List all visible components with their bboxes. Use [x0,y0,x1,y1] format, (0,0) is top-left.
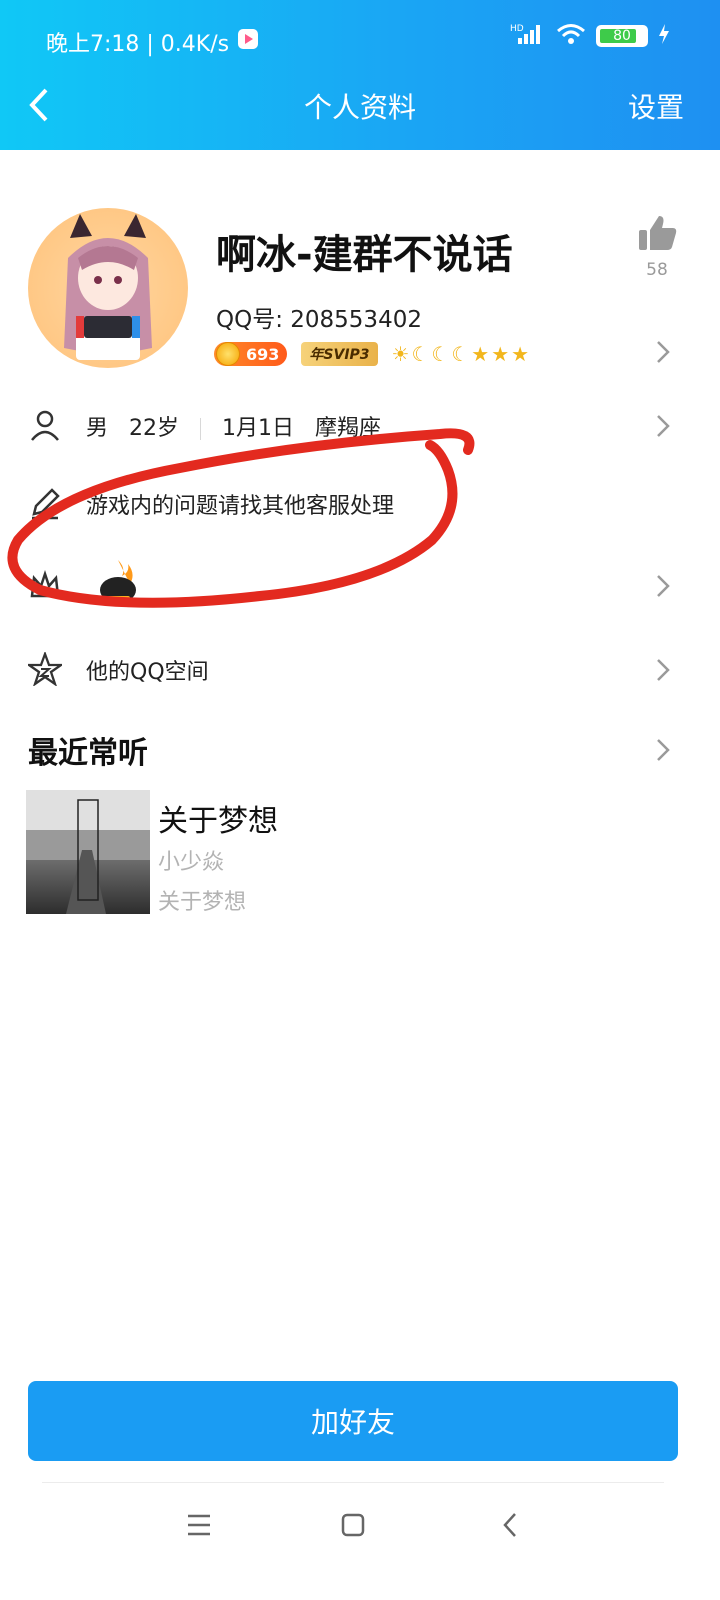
song-title[interactable]: 关于梦想 [158,796,278,840]
song-artist: 小少焱 [158,850,225,875]
chevron-right-icon[interactable] [656,340,670,364]
album-cover[interactable] [26,790,150,914]
star-icon: ★ [471,342,490,366]
sun-icon: ☀ [391,342,410,366]
song-album: 关于梦想 [158,890,247,915]
moon-icon: ☾ [451,342,470,366]
basic-info-row[interactable]: 男 22岁 1月1日 摩羯座 [0,396,720,456]
chevron-right-icon [657,659,670,681]
status-time-text: 晚上7:18 | 0.4K/s [46,32,230,57]
divider [200,418,201,440]
qzone-star-icon [28,652,62,686]
qq-level-icons: ☀ ☾ ☾ ☾ ★ ★ ★ [392,342,530,366]
gender: 男 [86,416,109,441]
svip-badge: 年SVIP3 [301,342,378,366]
qq-penguin-flame-icon [100,560,136,603]
moon-icon: ☾ [431,342,450,366]
moon-icon: ☾ [411,342,430,366]
app-header: 晚上7:18 | 0.4K/s HD 80 个人资料 设置 [0,0,720,150]
hd-label: HD [510,24,524,34]
signature-text: 游戏内的问题请找其他客服处理 [86,494,395,519]
page-title: 个人资料 [303,91,416,124]
qzone-row[interactable]: 他的QQ空间 [0,640,720,700]
chevron-right-icon [657,415,670,437]
qzone-label: 他的QQ空间 [86,660,209,685]
crown-icon [30,570,60,598]
chevron-right-icon [657,575,670,597]
birthday: 1月1日 [222,416,294,441]
like-count: 58 [646,260,668,280]
badges-row[interactable]: 693 年SVIP3 ☀ ☾ ☾ ☾ ★ ★ ★ [214,342,529,366]
charging-icon [658,23,670,49]
status-bar-time: 晚上7:18 | 0.4K/s [46,26,259,58]
zodiac: 摩羯座 [314,416,381,441]
settings-button[interactable]: 设置 [628,86,684,126]
chevron-right-icon[interactable] [656,738,670,762]
recent-section-title: 最近常听 [28,736,148,771]
medal-row[interactable] [0,556,720,616]
star-icon: ★ [491,342,510,366]
avatar[interactable] [28,208,188,368]
battery-level: 80 [613,28,631,44]
star-icon: ★ [511,342,530,366]
menu-nav-icon[interactable] [186,1508,212,1542]
status-bar-icons: HD 80 [510,22,670,50]
video-app-icon [237,28,259,56]
qq-number: QQ号: 208553402 [216,307,422,333]
level-badge: 693 [214,342,288,366]
thumbs-up-icon [639,216,677,250]
pencil-icon [32,488,60,520]
divider [42,1482,664,1483]
signature-row[interactable]: 游戏内的问题请找其他客服处理 [0,474,720,534]
person-icon [31,410,59,441]
home-nav-icon[interactable] [340,1508,366,1542]
signal-icon: HD [510,22,546,50]
add-friend-button[interactable]: 加好友 [28,1381,678,1461]
age: 22岁 [129,416,179,441]
nickname: 啊冰-建群不说话 [216,232,513,278]
like-button[interactable]: 58 [632,214,682,280]
level-badge-value: 693 [246,344,280,364]
wifi-icon [556,22,586,50]
basic-info-text: 男 22岁 1月1日 摩羯座 [86,410,381,442]
back-nav-icon[interactable] [500,1508,520,1542]
coin-icon [216,342,240,366]
battery-icon: 80 [596,25,648,47]
